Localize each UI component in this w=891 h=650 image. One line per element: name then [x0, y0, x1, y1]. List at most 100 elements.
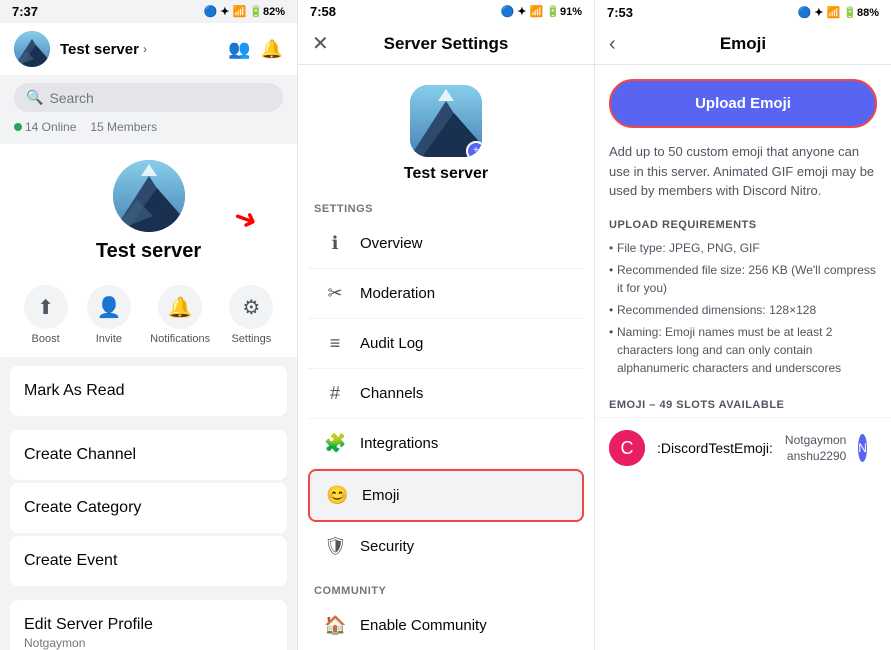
- notifications-action[interactable]: 🔔 Notifications: [150, 285, 210, 345]
- server-info-section: + Test server: [298, 65, 594, 195]
- boost-icon: ⬆: [24, 285, 68, 329]
- enable-community-label: Enable Community: [360, 617, 568, 634]
- settings-item-overview[interactable]: ℹ Overview: [308, 219, 584, 269]
- settings-action[interactable]: ⚙ Settings: [229, 285, 273, 345]
- notification-bell-icon[interactable]: 🔔: [261, 39, 283, 60]
- invite-icon: 👤: [87, 285, 131, 329]
- req-item-1: File type: JPEG, PNG, GIF: [609, 237, 877, 259]
- audit-log-icon: ≡: [324, 333, 346, 354]
- community-list: 🏠 Enable Community: [308, 601, 584, 650]
- settings-item-moderation[interactable]: ✂ Moderation: [308, 269, 584, 319]
- search-label: Search: [49, 90, 93, 106]
- menu-create-category[interactable]: Create Category: [10, 483, 287, 533]
- server-title-main: Test server: [96, 240, 201, 263]
- search-bar[interactable]: 🔍 Search: [14, 83, 283, 112]
- community-section-label: Community: [298, 577, 594, 601]
- upload-requirements-title: UPLOAD REQUIREMENTS: [609, 219, 877, 231]
- channels-label: Channels: [360, 385, 568, 402]
- menu-divider-2: [0, 589, 297, 597]
- settings-item-audit-log[interactable]: ≡ Audit Log: [308, 319, 584, 369]
- panel-right: 7:53 🔵 ✦ 📶 🔋88% ‹ Emoji Upload Emoji Add…: [594, 0, 891, 650]
- overview-icon: ℹ: [324, 233, 346, 254]
- settings-section-label: Settings: [298, 195, 594, 219]
- online-count: 14 Online: [25, 120, 76, 134]
- enable-community-icon: 🏠: [324, 615, 346, 636]
- online-dot: [14, 123, 22, 131]
- menu-divider-1: [0, 419, 297, 427]
- invite-label: Invite: [96, 333, 122, 345]
- moderation-label: Moderation: [360, 285, 568, 302]
- emoji-uploader-name2: anshu2290: [787, 449, 846, 463]
- panel3-title: Emoji: [720, 34, 766, 54]
- member-count: 15 Members: [90, 120, 157, 134]
- time-left: 7:37: [12, 4, 38, 19]
- audit-log-label: Audit Log: [360, 335, 568, 352]
- notifications-label: Notifications: [150, 333, 210, 345]
- emoji-name: :DiscordTestEmoji:: [657, 440, 773, 456]
- overview-label: Overview: [360, 235, 568, 252]
- settings-gear-icon: ⚙: [229, 285, 273, 329]
- svg-text:C: C: [621, 438, 634, 458]
- time-middle: 7:58: [310, 4, 336, 19]
- moderation-icon: ✂: [324, 283, 346, 304]
- status-icons-right: 🔵 ✦ 📶 🔋88%: [798, 6, 880, 19]
- req-item-4: Naming: Emoji names must be at least 2 c…: [609, 321, 877, 379]
- emoji-more-options-icon[interactable]: ⋮: [883, 437, 891, 458]
- status-icons-middle: 🔵 ✦ 📶 🔋91%: [501, 5, 583, 18]
- close-icon[interactable]: ✕: [312, 31, 329, 56]
- emoji-thumbnail: C: [609, 430, 645, 466]
- emoji-uploader-avatar: N: [858, 434, 867, 462]
- settings-label: Settings: [231, 333, 271, 345]
- server-header: Test server › 👥 🔔: [0, 23, 297, 75]
- emoji-icon: 😊: [326, 485, 348, 506]
- settings-item-channels[interactable]: # Channels: [308, 369, 584, 419]
- time-right: 7:53: [607, 5, 633, 20]
- chevron-right-icon: ›: [143, 42, 147, 56]
- server-avatar-small: [14, 31, 50, 67]
- panel3-header: ‹ Emoji: [595, 24, 891, 65]
- search-icon: 🔍: [26, 89, 43, 106]
- settings-item-emoji[interactable]: 😊 Emoji: [308, 469, 584, 522]
- settings-item-integrations[interactable]: 🧩 Integrations: [308, 419, 584, 469]
- quick-actions-row: ⬆ Boost 👤 Invite 🔔 Notifications ⚙ Setti…: [0, 273, 297, 357]
- status-bar-left: 7:37 🔵 ✦ 📶 🔋82%: [0, 0, 297, 23]
- req-item-3: Recommended dimensions: 128×128: [609, 299, 877, 321]
- menu-create-event[interactable]: Create Event: [10, 536, 287, 586]
- server2-name: Test server: [404, 165, 488, 183]
- server-avatar-large: [113, 160, 185, 232]
- edit-server-profile-label: Edit Server Profile: [24, 616, 153, 633]
- emoji-label: Emoji: [362, 487, 566, 504]
- emoji-list-item: C :DiscordTestEmoji: Notgaymon anshu2290…: [595, 417, 891, 478]
- req-item-2: Recommended file size: 256 KB (We'll com…: [609, 259, 877, 299]
- upload-emoji-button[interactable]: Upload Emoji: [609, 79, 877, 128]
- channels-icon: #: [324, 383, 346, 404]
- server-boost-badge: +: [466, 141, 482, 157]
- boost-label: Boost: [32, 333, 60, 345]
- settings-item-security[interactable]: 🛡 Security: [308, 522, 584, 569]
- boost-action[interactable]: ⬆ Boost: [24, 285, 68, 345]
- back-icon[interactable]: ‹: [609, 33, 616, 56]
- emoji-uploader-name: Notgaymon: [785, 433, 846, 447]
- menu-create-channel[interactable]: Create Channel: [10, 430, 287, 480]
- settings-list: ℹ Overview ✂ Moderation ≡ Audit Log # Ch…: [308, 219, 584, 569]
- upload-requirements: UPLOAD REQUIREMENTS File type: JPEG, PNG…: [595, 211, 891, 387]
- menu-mark-as-read[interactable]: Mark As Read: [10, 366, 287, 416]
- emoji-meta: Notgaymon anshu2290: [785, 433, 846, 463]
- invite-action[interactable]: 👤 Invite: [87, 285, 131, 345]
- panel2-header: ✕ Server Settings: [298, 24, 594, 65]
- status-icons-left: 🔵 ✦ 📶 🔋82%: [204, 5, 286, 18]
- status-bar-right: 7:53 🔵 ✦ 📶 🔋88%: [595, 0, 891, 24]
- server-name-header: Test server: [60, 41, 139, 58]
- server2-avatar: +: [410, 85, 482, 157]
- menu-edit-server-profile[interactable]: Edit Server Profile Notgaymon: [10, 600, 287, 650]
- server-info-row: 14 Online 15 Members: [0, 120, 297, 144]
- notifications-icon: 🔔: [158, 285, 202, 329]
- add-member-icon[interactable]: 👥: [228, 39, 250, 60]
- status-bar-middle: 7:58 🔵 ✦ 📶 🔋91%: [298, 0, 594, 24]
- security-label: Security: [360, 538, 568, 555]
- edit-server-profile-sub: Notgaymon: [24, 636, 85, 650]
- panel-middle: 7:58 🔵 ✦ 📶 🔋91% ✕ Server Settings +: [297, 0, 594, 650]
- settings-item-enable-community[interactable]: 🏠 Enable Community: [308, 601, 584, 650]
- panel2-title: Server Settings: [384, 34, 509, 54]
- panel-left: 7:37 🔵 ✦ 📶 🔋82% Test server ›: [0, 0, 297, 650]
